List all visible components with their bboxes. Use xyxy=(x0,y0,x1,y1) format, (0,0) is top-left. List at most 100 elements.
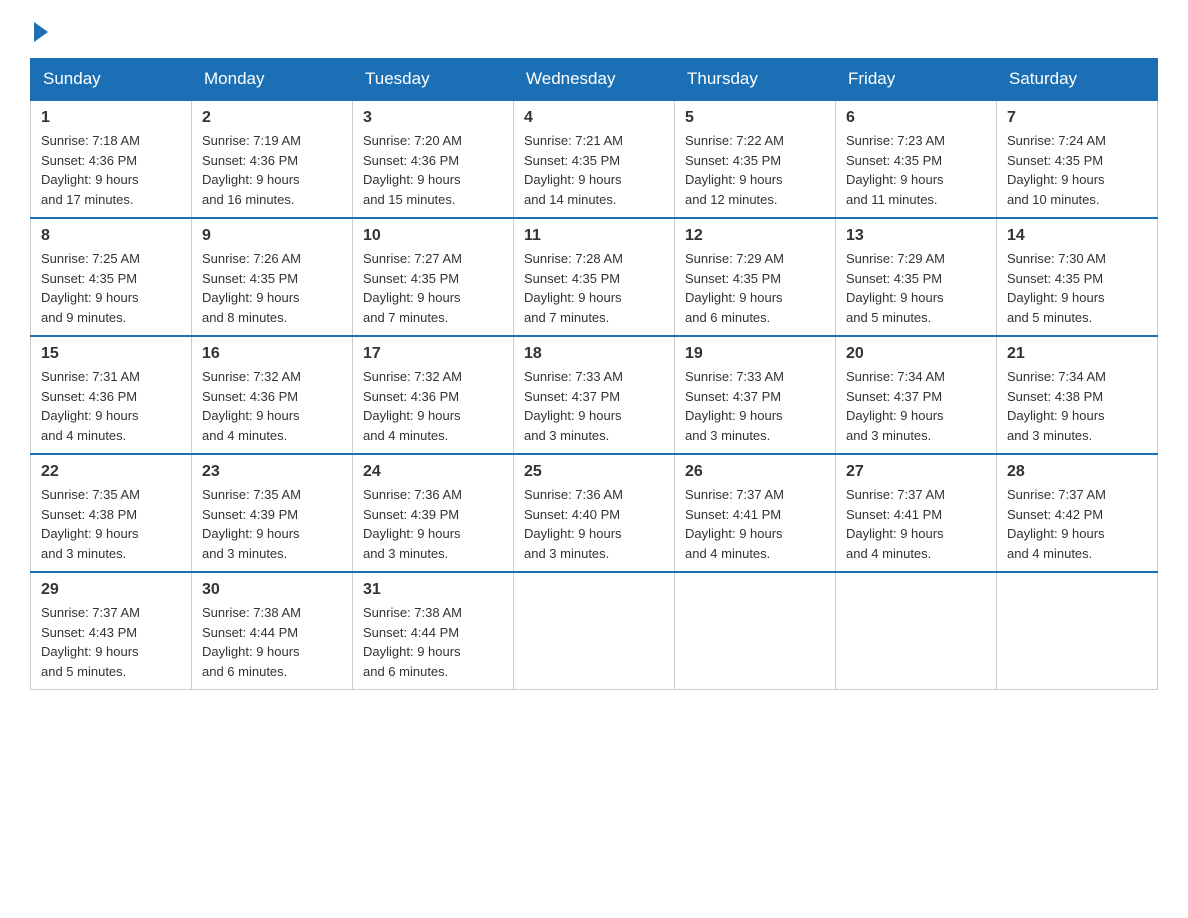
day-info: Sunrise: 7:18 AMSunset: 4:36 PMDaylight:… xyxy=(41,131,181,209)
col-header-tuesday: Tuesday xyxy=(353,59,514,101)
day-info: Sunrise: 7:34 AMSunset: 4:37 PMDaylight:… xyxy=(846,367,986,445)
day-info: Sunrise: 7:29 AMSunset: 4:35 PMDaylight:… xyxy=(685,249,825,327)
day-number: 28 xyxy=(1007,463,1147,481)
day-info: Sunrise: 7:23 AMSunset: 4:35 PMDaylight:… xyxy=(846,131,986,209)
day-info: Sunrise: 7:29 AMSunset: 4:35 PMDaylight:… xyxy=(846,249,986,327)
day-info: Sunrise: 7:38 AMSunset: 4:44 PMDaylight:… xyxy=(202,603,342,681)
day-info: Sunrise: 7:30 AMSunset: 4:35 PMDaylight:… xyxy=(1007,249,1147,327)
col-header-saturday: Saturday xyxy=(997,59,1158,101)
day-info: Sunrise: 7:28 AMSunset: 4:35 PMDaylight:… xyxy=(524,249,664,327)
calendar-header-row: SundayMondayTuesdayWednesdayThursdayFrid… xyxy=(31,59,1158,101)
calendar-cell: 25 Sunrise: 7:36 AMSunset: 4:40 PMDayligh… xyxy=(514,454,675,572)
day-number: 10 xyxy=(363,227,503,245)
day-number: 20 xyxy=(846,345,986,363)
calendar-cell: 15 Sunrise: 7:31 AMSunset: 4:36 PMDayligh… xyxy=(31,336,192,454)
col-header-friday: Friday xyxy=(836,59,997,101)
calendar-cell: 29 Sunrise: 7:37 AMSunset: 4:43 PMDayligh… xyxy=(31,572,192,690)
day-number: 5 xyxy=(685,109,825,127)
calendar-week-row: 1 Sunrise: 7:18 AMSunset: 4:36 PMDaylight… xyxy=(31,100,1158,218)
day-info: Sunrise: 7:32 AMSunset: 4:36 PMDaylight:… xyxy=(363,367,503,445)
day-number: 1 xyxy=(41,109,181,127)
calendar-cell: 23 Sunrise: 7:35 AMSunset: 4:39 PMDayligh… xyxy=(192,454,353,572)
day-info: Sunrise: 7:33 AMSunset: 4:37 PMDaylight:… xyxy=(524,367,664,445)
day-number: 21 xyxy=(1007,345,1147,363)
calendar-table: SundayMondayTuesdayWednesdayThursdayFrid… xyxy=(30,58,1158,690)
calendar-week-row: 8 Sunrise: 7:25 AMSunset: 4:35 PMDaylight… xyxy=(31,218,1158,336)
day-number: 17 xyxy=(363,345,503,363)
calendar-cell: 4 Sunrise: 7:21 AMSunset: 4:35 PMDaylight… xyxy=(514,100,675,218)
day-number: 8 xyxy=(41,227,181,245)
day-info: Sunrise: 7:37 AMSunset: 4:41 PMDaylight:… xyxy=(846,485,986,563)
calendar-cell xyxy=(836,572,997,690)
col-header-monday: Monday xyxy=(192,59,353,101)
day-info: Sunrise: 7:26 AMSunset: 4:35 PMDaylight:… xyxy=(202,249,342,327)
col-header-sunday: Sunday xyxy=(31,59,192,101)
day-info: Sunrise: 7:27 AMSunset: 4:35 PMDaylight:… xyxy=(363,249,503,327)
calendar-cell: 2 Sunrise: 7:19 AMSunset: 4:36 PMDaylight… xyxy=(192,100,353,218)
calendar-cell: 17 Sunrise: 7:32 AMSunset: 4:36 PMDayligh… xyxy=(353,336,514,454)
col-header-wednesday: Wednesday xyxy=(514,59,675,101)
day-number: 31 xyxy=(363,581,503,599)
calendar-cell: 26Sunrise: 7:37 AMSunset: 4:41 PMDayligh… xyxy=(675,454,836,572)
day-number: 13 xyxy=(846,227,986,245)
page-header xyxy=(30,20,1158,38)
calendar-cell xyxy=(997,572,1158,690)
calendar-cell: 5 Sunrise: 7:22 AMSunset: 4:35 PMDaylight… xyxy=(675,100,836,218)
day-info: Sunrise: 7:21 AMSunset: 4:35 PMDaylight:… xyxy=(524,131,664,209)
calendar-cell: 9Sunrise: 7:26 AMSunset: 4:35 PMDaylight… xyxy=(192,218,353,336)
day-number: 22 xyxy=(41,463,181,481)
day-number: 11 xyxy=(524,227,664,245)
day-info: Sunrise: 7:36 AMSunset: 4:40 PMDaylight:… xyxy=(524,485,664,563)
day-info: Sunrise: 7:37 AMSunset: 4:42 PMDaylight:… xyxy=(1007,485,1147,563)
calendar-cell: 22 Sunrise: 7:35 AMSunset: 4:38 PMDayligh… xyxy=(31,454,192,572)
day-info: Sunrise: 7:35 AMSunset: 4:38 PMDaylight:… xyxy=(41,485,181,563)
logo xyxy=(30,20,48,38)
day-number: 26 xyxy=(685,463,825,481)
day-number: 27 xyxy=(846,463,986,481)
calendar-cell: 1 Sunrise: 7:18 AMSunset: 4:36 PMDaylight… xyxy=(31,100,192,218)
day-info: Sunrise: 7:33 AMSunset: 4:37 PMDaylight:… xyxy=(685,367,825,445)
day-number: 4 xyxy=(524,109,664,127)
day-number: 2 xyxy=(202,109,342,127)
calendar-cell: 19 Sunrise: 7:33 AMSunset: 4:37 PMDayligh… xyxy=(675,336,836,454)
calendar-cell: 14Sunrise: 7:30 AMSunset: 4:35 PMDayligh… xyxy=(997,218,1158,336)
day-number: 19 xyxy=(685,345,825,363)
day-info: Sunrise: 7:36 AMSunset: 4:39 PMDaylight:… xyxy=(363,485,503,563)
logo-arrow-icon xyxy=(34,22,48,42)
calendar-week-row: 22 Sunrise: 7:35 AMSunset: 4:38 PMDayligh… xyxy=(31,454,1158,572)
calendar-cell: 24Sunrise: 7:36 AMSunset: 4:39 PMDayligh… xyxy=(353,454,514,572)
calendar-cell xyxy=(514,572,675,690)
day-number: 15 xyxy=(41,345,181,363)
day-number: 7 xyxy=(1007,109,1147,127)
day-info: Sunrise: 7:22 AMSunset: 4:35 PMDaylight:… xyxy=(685,131,825,209)
day-info: Sunrise: 7:34 AMSunset: 4:38 PMDaylight:… xyxy=(1007,367,1147,445)
calendar-cell: 7 Sunrise: 7:24 AMSunset: 4:35 PMDaylight… xyxy=(997,100,1158,218)
day-info: Sunrise: 7:35 AMSunset: 4:39 PMDaylight:… xyxy=(202,485,342,563)
calendar-cell: 3 Sunrise: 7:20 AMSunset: 4:36 PMDaylight… xyxy=(353,100,514,218)
day-number: 29 xyxy=(41,581,181,599)
day-number: 25 xyxy=(524,463,664,481)
day-number: 23 xyxy=(202,463,342,481)
day-info: Sunrise: 7:24 AMSunset: 4:35 PMDaylight:… xyxy=(1007,131,1147,209)
calendar-cell: 12Sunrise: 7:29 AMSunset: 4:35 PMDayligh… xyxy=(675,218,836,336)
day-info: Sunrise: 7:19 AMSunset: 4:36 PMDaylight:… xyxy=(202,131,342,209)
day-info: Sunrise: 7:37 AMSunset: 4:43 PMDaylight:… xyxy=(41,603,181,681)
day-info: Sunrise: 7:31 AMSunset: 4:36 PMDaylight:… xyxy=(41,367,181,445)
calendar-cell: 11 Sunrise: 7:28 AMSunset: 4:35 PMDayligh… xyxy=(514,218,675,336)
day-number: 6 xyxy=(846,109,986,127)
calendar-cell: 16Sunrise: 7:32 AMSunset: 4:36 PMDayligh… xyxy=(192,336,353,454)
day-info: Sunrise: 7:38 AMSunset: 4:44 PMDaylight:… xyxy=(363,603,503,681)
day-info: Sunrise: 7:25 AMSunset: 4:35 PMDaylight:… xyxy=(41,249,181,327)
calendar-cell: 10 Sunrise: 7:27 AMSunset: 4:35 PMDayligh… xyxy=(353,218,514,336)
day-info: Sunrise: 7:20 AMSunset: 4:36 PMDaylight:… xyxy=(363,131,503,209)
calendar-cell: 21 Sunrise: 7:34 AMSunset: 4:38 PMDayligh… xyxy=(997,336,1158,454)
calendar-cell: 27 Sunrise: 7:37 AMSunset: 4:41 PMDayligh… xyxy=(836,454,997,572)
calendar-cell: 20 Sunrise: 7:34 AMSunset: 4:37 PMDayligh… xyxy=(836,336,997,454)
day-number: 18 xyxy=(524,345,664,363)
calendar-week-row: 15 Sunrise: 7:31 AMSunset: 4:36 PMDayligh… xyxy=(31,336,1158,454)
day-number: 16 xyxy=(202,345,342,363)
calendar-cell xyxy=(675,572,836,690)
day-number: 3 xyxy=(363,109,503,127)
calendar-cell: 31 Sunrise: 7:38 AMSunset: 4:44 PMDayligh… xyxy=(353,572,514,690)
calendar-cell: 28 Sunrise: 7:37 AMSunset: 4:42 PMDayligh… xyxy=(997,454,1158,572)
